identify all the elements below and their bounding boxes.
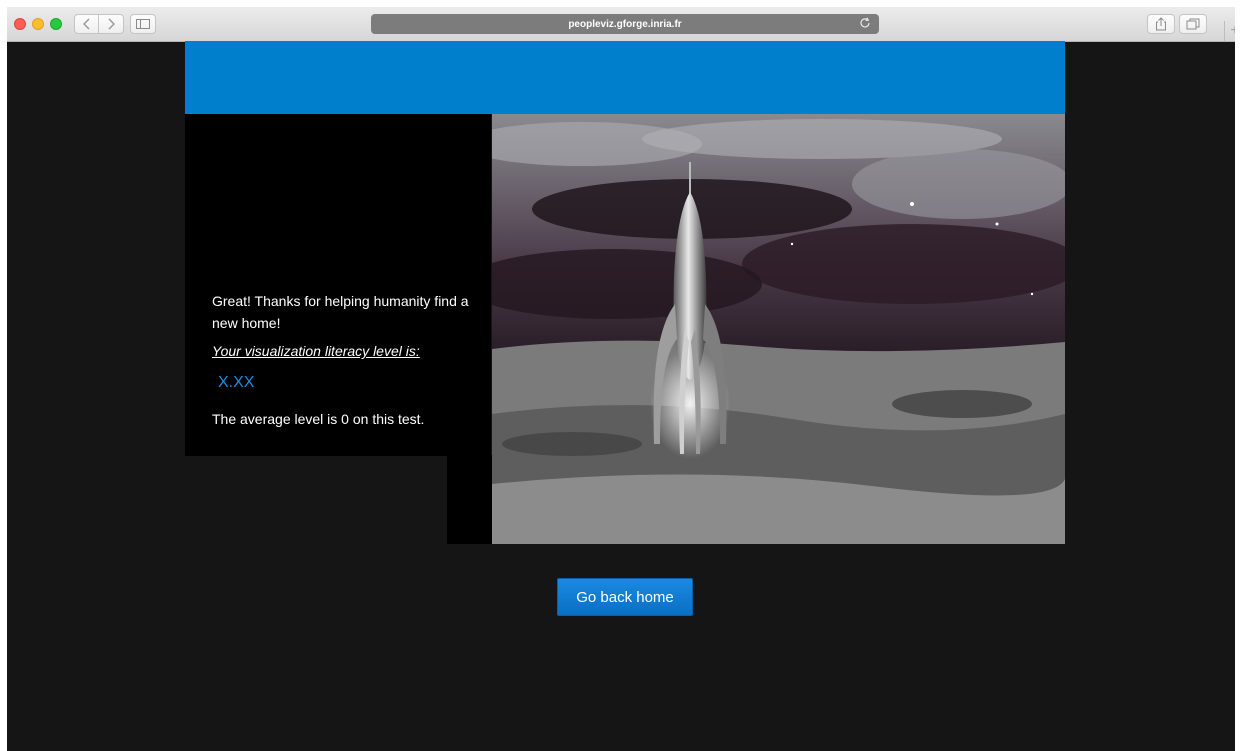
thanks-message: Great! Thanks for helping humanity find … xyxy=(212,293,469,331)
navigation-buttons xyxy=(74,14,124,34)
close-window-button[interactable] xyxy=(14,18,26,30)
share-button[interactable] xyxy=(1147,14,1175,34)
forward-button[interactable] xyxy=(99,14,124,34)
tabs-icon xyxy=(1186,18,1200,30)
zoom-window-button[interactable] xyxy=(50,18,62,30)
average-level-text: The average level is 0 on this test. xyxy=(212,411,425,427)
rocket-moon-image xyxy=(492,114,1065,544)
panel-extension xyxy=(447,455,497,544)
literacy-level-value: X.XX xyxy=(218,374,255,391)
browser-toolbar: peopleviz.gforge.inria.fr xyxy=(7,7,1235,42)
literacy-label: Your visualization literacy level is: xyxy=(212,343,420,359)
chevron-right-icon xyxy=(108,18,115,30)
reload-icon[interactable] xyxy=(859,17,871,32)
page-header xyxy=(185,41,1065,114)
rocket-illustration xyxy=(492,114,1065,544)
result-text: Great! Thanks for helping humanity find … xyxy=(212,290,482,428)
chevron-left-icon xyxy=(82,18,90,30)
result-panel: Great! Thanks for helping humanity find … xyxy=(185,114,491,456)
new-tab-button[interactable]: + xyxy=(1224,21,1235,41)
minimize-window-button[interactable] xyxy=(32,18,44,30)
back-button[interactable] xyxy=(74,14,99,34)
url-text: peopleviz.gforge.inria.fr xyxy=(568,18,682,30)
address-bar[interactable]: peopleviz.gforge.inria.fr xyxy=(371,14,879,34)
share-icon xyxy=(1156,17,1166,31)
tabs-button[interactable] xyxy=(1179,14,1207,34)
browser-window: peopleviz.gforge.inria.fr + Great! Thank… xyxy=(7,7,1235,751)
go-back-home-button[interactable]: Go back home xyxy=(557,578,693,616)
sidebar-button[interactable] xyxy=(130,14,156,34)
sidebar-icon xyxy=(136,19,150,29)
plus-icon: + xyxy=(1230,22,1235,39)
